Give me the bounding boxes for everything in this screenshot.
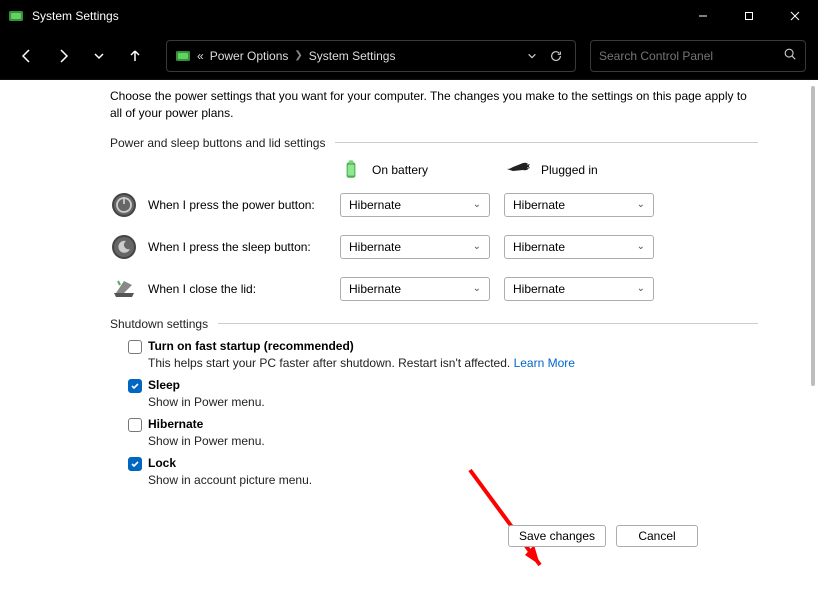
- forward-button[interactable]: [48, 41, 78, 71]
- column-header-battery: On battery: [340, 158, 505, 183]
- search-bar[interactable]: [590, 40, 806, 72]
- shutdown-item-fast-startup: Turn on fast startup (recommended) This …: [128, 339, 758, 370]
- sleep-button-icon: [110, 233, 138, 261]
- row-sleep-button: When I press the sleep button: Hibernate…: [110, 233, 758, 261]
- row-close-lid: When I close the lid: Hibernate⌄ Hiberna…: [110, 275, 758, 303]
- chevron-right-icon: ❯: [294, 50, 302, 61]
- select-power-battery[interactable]: Hibernate⌄: [340, 193, 490, 217]
- shutdown-item-hibernate: Hibernate Show in Power menu.: [128, 417, 758, 448]
- chevron-down-icon: ⌄: [637, 283, 645, 294]
- location-icon: [175, 48, 191, 64]
- select-sleep-battery[interactable]: Hibernate⌄: [340, 235, 490, 259]
- footer-buttons: Save changes Cancel: [508, 525, 698, 547]
- search-input[interactable]: [599, 49, 783, 63]
- plug-icon: [505, 160, 531, 181]
- sub-hibernate: Show in Power menu.: [148, 434, 758, 448]
- location-bar[interactable]: « Power Options ❯ System Settings: [166, 40, 576, 72]
- refresh-button[interactable]: [545, 41, 567, 71]
- label-hibernate: Hibernate: [148, 417, 203, 431]
- shutdown-item-lock: Lock Show in account picture menu.: [128, 456, 758, 487]
- laptop-lid-icon: [110, 275, 138, 303]
- cancel-button[interactable]: Cancel: [616, 525, 698, 547]
- window-title: System Settings: [32, 9, 119, 23]
- learn-more-link[interactable]: Learn More: [514, 356, 575, 370]
- breadcrumb-system-settings[interactable]: System Settings: [309, 49, 396, 63]
- battery-icon: [340, 158, 362, 183]
- chevron-down-icon: ⌄: [637, 241, 645, 252]
- power-button-icon: [110, 191, 138, 219]
- row-power-button: When I press the power button: Hibernate…: [110, 191, 758, 219]
- section-shutdown-label: Shutdown settings: [110, 317, 208, 331]
- chevron-down-icon: ⌄: [473, 241, 481, 252]
- scrollbar[interactable]: [810, 80, 816, 557]
- location-dropdown[interactable]: [523, 41, 541, 71]
- sub-fast-startup: This helps start your PC faster after sh…: [148, 356, 510, 370]
- label-sleep: Sleep: [148, 378, 180, 392]
- search-icon: [783, 47, 797, 64]
- select-power-plugged[interactable]: Hibernate⌄: [504, 193, 654, 217]
- checkbox-fast-startup[interactable]: [128, 340, 142, 354]
- column-header-plugged: Plugged in: [505, 160, 670, 181]
- checkbox-sleep[interactable]: [128, 379, 142, 393]
- row-sleep-label: When I press the sleep button:: [148, 240, 311, 254]
- select-sleep-plugged[interactable]: Hibernate⌄: [504, 235, 654, 259]
- chevron-down-icon: ⌄: [473, 199, 481, 210]
- chevron-down-icon: ⌄: [473, 283, 481, 294]
- sub-sleep: Show in Power menu.: [148, 395, 758, 409]
- section-buttons-lid: Power and sleep buttons and lid settings: [110, 136, 758, 150]
- label-fast-startup: Turn on fast startup (recommended): [148, 339, 354, 353]
- recent-dropdown[interactable]: [84, 41, 114, 71]
- row-power-label: When I press the power button:: [148, 198, 315, 212]
- chevron-down-icon: ⌄: [637, 199, 645, 210]
- sub-lock: Show in account picture menu.: [148, 473, 758, 487]
- shutdown-item-sleep: Sleep Show in Power menu.: [128, 378, 758, 409]
- intro-text: Choose the power settings that you want …: [110, 88, 758, 122]
- breadcrumb-prefix: «: [197, 49, 204, 63]
- up-button[interactable]: [120, 41, 150, 71]
- navigation-bar: « Power Options ❯ System Settings: [0, 32, 818, 80]
- close-button[interactable]: [772, 0, 818, 32]
- minimize-button[interactable]: [680, 0, 726, 32]
- maximize-button[interactable]: [726, 0, 772, 32]
- section-shutdown: Shutdown settings: [110, 317, 758, 331]
- content-area: Choose the power settings that you want …: [0, 80, 818, 557]
- select-lid-plugged[interactable]: Hibernate⌄: [504, 277, 654, 301]
- checkbox-hibernate[interactable]: [128, 418, 142, 432]
- select-lid-battery[interactable]: Hibernate⌄: [340, 277, 490, 301]
- label-lock: Lock: [148, 456, 176, 470]
- section-label-text: Power and sleep buttons and lid settings: [110, 136, 325, 150]
- titlebar: System Settings: [0, 0, 818, 32]
- back-button[interactable]: [12, 41, 42, 71]
- row-lid-label: When I close the lid:: [148, 282, 256, 296]
- app-icon: [8, 8, 24, 24]
- checkbox-lock[interactable]: [128, 457, 142, 471]
- breadcrumb-power-options[interactable]: Power Options: [210, 49, 289, 63]
- save-button[interactable]: Save changes: [508, 525, 606, 547]
